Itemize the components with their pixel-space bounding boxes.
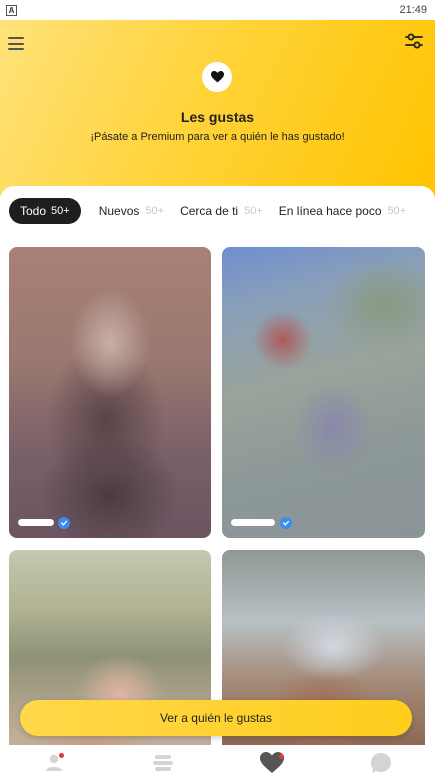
tab-todo[interactable]: Todo 50+: [9, 198, 81, 224]
tab-nuevos[interactable]: Nuevos 50+: [99, 198, 164, 224]
tab-en-linea[interactable]: En línea hace poco 50+: [279, 198, 406, 224]
tab-label: Todo: [20, 204, 47, 218]
profile-card[interactable]: [222, 247, 425, 538]
chat-icon: [370, 753, 391, 773]
likes-header: Les gustas ¡Pásate a Premium para ver a …: [0, 20, 435, 200]
verified-icon: [280, 517, 292, 529]
notification-app-icon: A: [6, 4, 17, 16]
likes-sheet: Todo 50+ Nuevos 50+ Cerca de ti 50+ En l…: [0, 186, 435, 781]
see-who-likes-you-button[interactable]: Ver a quién le gustas: [20, 700, 412, 736]
filter-tabs: Todo 50+ Nuevos 50+ Cerca de ti 50+ En l…: [9, 198, 422, 224]
status-time: 21:49: [399, 4, 427, 16]
tab-label: Cerca de ti: [180, 204, 239, 218]
profile-card[interactable]: [9, 247, 211, 538]
blurred-photo: [222, 247, 425, 538]
tab-cerca-de-ti[interactable]: Cerca de ti 50+: [180, 198, 263, 224]
page-title: Les gustas: [180, 109, 255, 125]
tab-label: Nuevos: [98, 204, 140, 218]
bottom-navigation: [0, 745, 435, 781]
name-placeholder: [18, 519, 54, 526]
tab-count: 50+: [244, 205, 263, 217]
nav-likes[interactable]: [257, 748, 287, 778]
heart-badge: [202, 62, 232, 92]
notification-dot: [278, 754, 284, 759]
verified-icon: [58, 517, 70, 529]
discover-icon: [153, 755, 174, 771]
nav-profile[interactable]: [39, 748, 69, 778]
tab-label: En línea hace poco: [278, 204, 382, 218]
tab-count: 50+: [387, 205, 407, 217]
heart-icon: [210, 71, 224, 83]
nav-chat[interactable]: [366, 748, 396, 778]
tab-count: 50+: [51, 205, 70, 217]
status-bar: A 21:49: [0, 0, 435, 20]
nav-discover[interactable]: [148, 748, 178, 778]
sliders-icon[interactable]: [405, 32, 423, 50]
menu-icon[interactable]: [8, 37, 24, 50]
tab-count: 50+: [145, 205, 165, 217]
premium-subtitle: ¡Pásate a Premium para ver a quién le ha…: [90, 131, 345, 143]
name-placeholder: [231, 519, 275, 526]
blurred-photo: [9, 247, 211, 538]
